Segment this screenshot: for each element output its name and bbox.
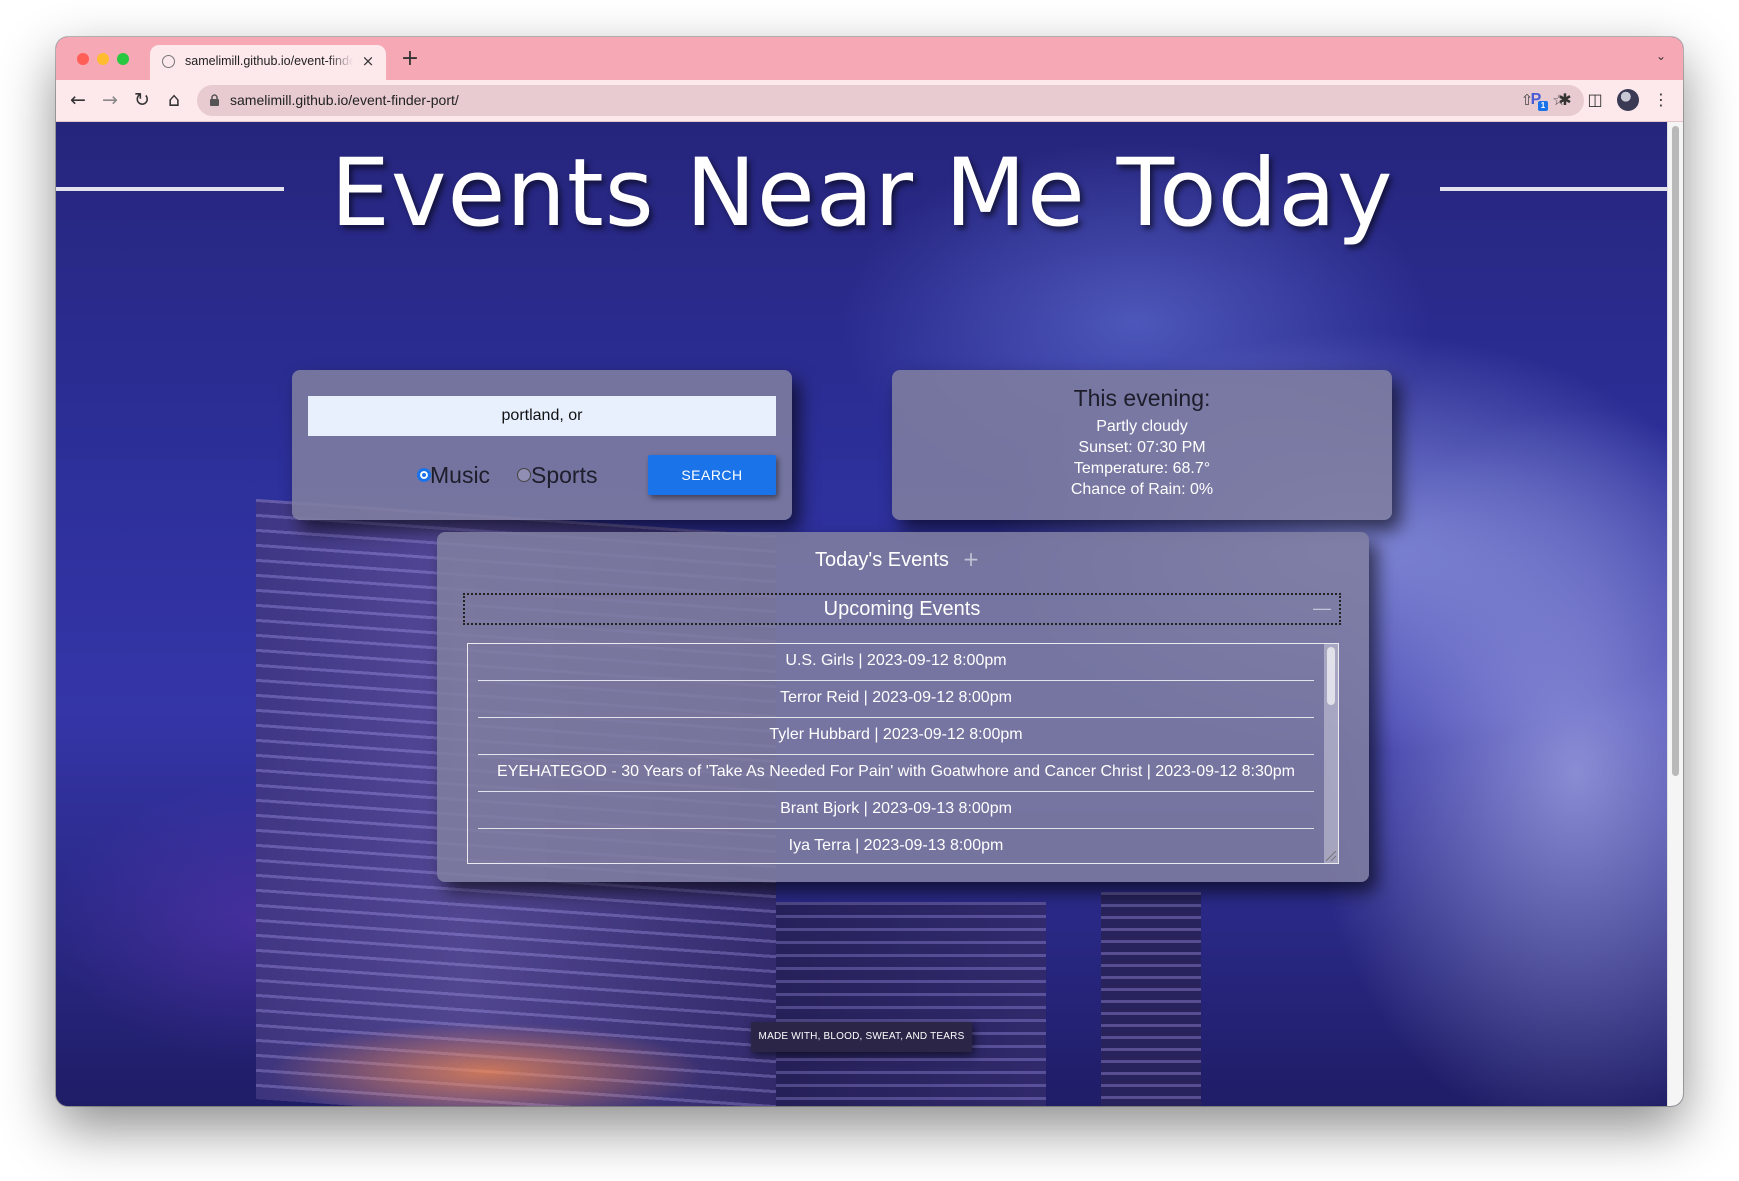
list-item[interactable]: EYEHATEGOD - 30 Years of 'Take As Needed…	[478, 755, 1314, 792]
weather-condition: Partly cloudy	[1096, 418, 1188, 435]
tab-todays-events[interactable]: Today's Events	[437, 548, 1327, 572]
tab-upcoming-events-label: Upcoming Events	[823, 598, 981, 620]
weather-rain-chance: Chance of Rain: 0%	[1070, 481, 1214, 498]
list-scrollbar[interactable]	[1324, 644, 1338, 863]
list-item[interactable]: Terror Reid | 2023-09-12 8:00pm	[478, 681, 1314, 718]
search-button[interactable]: SEARCH	[648, 455, 776, 495]
title-divider	[56, 187, 284, 191]
extension-icon[interactable]: P1	[1524, 88, 1548, 112]
plus-icon[interactable]: +	[962, 548, 980, 570]
browser-toolbar: ← → ↻ ⌂ samelimill.github.io/event-finde…	[56, 80, 1683, 122]
maximize-window-button[interactable]	[117, 53, 129, 65]
tab-upcoming-events[interactable]: Upcoming Events —	[463, 593, 1341, 625]
page-scrollbar-thumb[interactable]	[1672, 126, 1679, 776]
sports-radio-label[interactable]: Sports	[531, 461, 597, 489]
music-radio-label[interactable]: Music	[430, 461, 490, 489]
browser-tab[interactable]: samelimill.github.io/event-finder-port/ …	[150, 45, 386, 80]
forward-icon[interactable]: →	[98, 88, 122, 112]
extension-badge: 1	[1538, 101, 1548, 111]
close-tab-icon[interactable]: ×	[359, 52, 377, 70]
chevron-down-icon[interactable]: ⌄	[1653, 49, 1669, 65]
list-scrollbar-thumb[interactable]	[1327, 647, 1335, 705]
url-text[interactable]: samelimill.github.io/event-finder-port/	[230, 92, 459, 110]
weather-sunset: Sunset: 07:30 PM	[1078, 439, 1206, 456]
minus-icon[interactable]: —	[1313, 595, 1331, 623]
address-bar[interactable]: samelimill.github.io/event-finder-port/ …	[197, 85, 1584, 116]
title-divider	[1440, 187, 1667, 191]
sidebar-icon[interactable]: ◫	[1583, 88, 1607, 112]
weather-heading: This evening:	[1073, 385, 1211, 411]
minimize-window-button[interactable]	[97, 53, 109, 65]
list-item[interactable]: Brant Bjork | 2023-09-13 8:00pm	[478, 792, 1314, 829]
weather-temperature: Temperature: 68.7°	[1073, 460, 1211, 477]
sports-radio[interactable]	[517, 468, 531, 482]
upcoming-events-list[interactable]: U.S. Girls | 2023-09-12 8:00pm Terror Re…	[467, 643, 1339, 864]
location-input[interactable]	[308, 396, 776, 436]
globe-icon	[162, 55, 175, 68]
background-glow	[266, 1022, 706, 1106]
page-title: Events Near Me Today	[330, 139, 1394, 248]
puzzle-icon[interactable]: ✱	[1553, 88, 1577, 112]
music-radio[interactable]	[417, 468, 431, 482]
footer-credit: MADE WITH, BLOOD, SWEAT, AND TEARS	[751, 1022, 972, 1052]
new-tab-icon[interactable]: +	[398, 47, 422, 71]
list-item[interactable]: U.S. Girls | 2023-09-12 8:00pm	[478, 644, 1314, 681]
list-item[interactable]: Iya Terra | 2023-09-13 8:00pm	[478, 829, 1314, 863]
events-card: Today's Events + Upcoming Events — U.S. …	[437, 532, 1369, 882]
close-window-button[interactable]	[77, 53, 89, 65]
page-viewport: Events Near Me Today Music Sports SEARCH…	[56, 122, 1667, 1106]
page-scrollbar[interactable]	[1667, 122, 1683, 1106]
search-card: Music Sports SEARCH	[292, 370, 792, 520]
profile-avatar[interactable]	[1617, 89, 1639, 111]
tab-title: samelimill.github.io/event-finder-port/	[185, 54, 353, 68]
reload-icon[interactable]: ↻	[130, 88, 154, 112]
resize-handle-icon[interactable]	[1326, 851, 1336, 861]
background-building	[1101, 892, 1201, 1106]
weather-card: This evening: Partly cloudy Sunset: 07:3…	[892, 370, 1392, 520]
lock-icon	[210, 94, 219, 106]
background-building	[776, 902, 1046, 1106]
menu-dots-icon[interactable]: ⋮	[1649, 88, 1673, 112]
tab-bar: samelimill.github.io/event-finder-port/ …	[56, 37, 1683, 80]
list-item[interactable]: Tyler Hubbard | 2023-09-12 8:00pm	[478, 718, 1314, 755]
browser-window: samelimill.github.io/event-finder-port/ …	[56, 37, 1683, 1106]
back-icon[interactable]: ←	[66, 88, 90, 112]
home-icon[interactable]: ⌂	[162, 88, 186, 112]
